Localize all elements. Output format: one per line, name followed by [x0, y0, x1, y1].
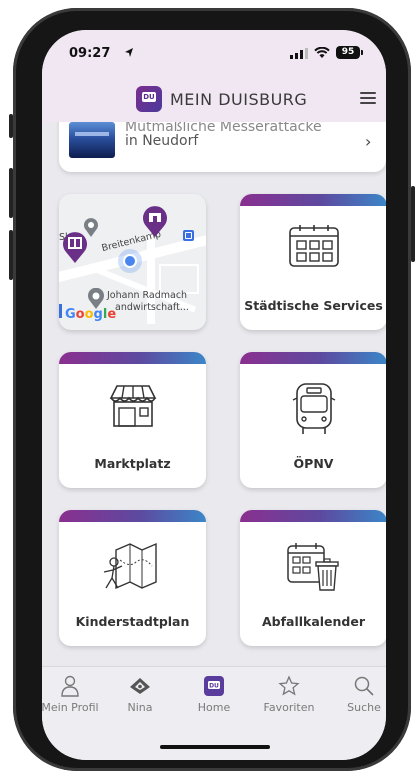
map-pin-shop-icon [143, 206, 167, 237]
tile-accent-bar [59, 510, 206, 522]
tile-label: Marktplatz [94, 456, 171, 471]
nina-icon [130, 678, 150, 694]
power-button [411, 186, 415, 262]
map-place-label-line1: Johann Radmach [107, 290, 188, 301]
home-du-icon: DU [204, 676, 224, 696]
volume-down-button [9, 230, 13, 280]
tab-mein-profil[interactable]: Mein Profil [42, 675, 104, 714]
tab-label: Suche [347, 701, 381, 714]
tab-label: Favoriten [263, 701, 315, 714]
news-item[interactable]: Mutmaßliche Messerattacke in Neudorf › [59, 122, 386, 172]
location-arrow-icon [125, 48, 133, 57]
logo-text: DU [142, 92, 156, 102]
signal-icon [290, 48, 308, 59]
app-title: MEIN DUISBURG [170, 90, 308, 109]
home-indicator[interactable] [160, 745, 270, 749]
status-bar: 09:27 95 [42, 30, 386, 82]
tile-accent-bar [59, 352, 206, 364]
tab-nina[interactable]: Nina [106, 675, 174, 714]
app-logo: DU [136, 86, 162, 112]
tab-home[interactable]: DU Home [180, 675, 248, 714]
tile-label: Abfallkalender [261, 614, 366, 629]
map-transit-icon [183, 230, 194, 241]
map-edge-marker [59, 304, 62, 318]
svg-text:DU: DU [209, 683, 219, 690]
news-headline-line1: Mutmaßliche Messerattacke [125, 122, 322, 132]
tile-label: Kinderstadtplan [75, 614, 190, 629]
search-icon [354, 676, 374, 696]
tile-accent-bar [240, 510, 386, 522]
trash-calendar-icon [240, 540, 386, 598]
bus-icon [240, 382, 386, 442]
kid-map-icon [59, 540, 206, 602]
tab-favoriten[interactable]: Favoriten [255, 675, 323, 714]
status-time: 09:27 [69, 46, 111, 61]
tile-label: Städtische Services [244, 298, 383, 313]
app-header: DU MEIN DUISBURG [42, 82, 386, 122]
tile-staedtische-services[interactable]: Städtische Services [240, 194, 386, 330]
hamburger-menu-icon[interactable] [360, 92, 376, 104]
tab-bar: Mein Profil Nina DU Home Favoriten Suche [42, 666, 386, 760]
volume-up-button [9, 168, 13, 218]
tile-oepnv[interactable]: ÖPNV [240, 352, 386, 488]
news-headline-line2: in Neudorf [125, 133, 199, 149]
map-pin-gray-icon [84, 218, 98, 237]
market-stall-icon [59, 382, 206, 434]
map-place-label-line2: andwirtschaft... [115, 302, 189, 313]
tile-accent-bar [240, 194, 386, 206]
mute-switch [9, 114, 13, 138]
tab-label: Nina [127, 701, 153, 714]
current-location-icon [123, 254, 137, 268]
chevron-right-icon: › [365, 132, 372, 151]
tile-abfallkalender[interactable]: Abfallkalender [240, 510, 386, 646]
calendar-grid-icon [240, 224, 386, 274]
news-headline: Mutmaßliche Messerattacke in Neudorf [125, 122, 355, 150]
tile-accent-bar [240, 352, 386, 364]
tile-label: ÖPNV [293, 456, 334, 471]
main-content[interactable]: Mutmaßliche Messerattacke in Neudorf › B… [42, 122, 386, 666]
battery-indicator: 95 [336, 46, 360, 59]
tile-kinderstadtplan[interactable]: Kinderstadtplan [59, 510, 206, 646]
screen: 09:27 95 DU MEIN DUISBURG Mutmaßliche Me… [42, 30, 386, 760]
map-tile[interactable]: Breitenkamp Sk Johann Radmach andwirtsch… [59, 194, 206, 330]
google-logo: Google [65, 307, 117, 322]
battery-tip [361, 50, 363, 55]
wifi-icon [314, 47, 330, 58]
star-icon [278, 675, 300, 696]
tab-suche[interactable]: Suche [330, 675, 386, 714]
tab-label: Home [197, 701, 231, 714]
tile-marktplatz[interactable]: Marktplatz [59, 352, 206, 488]
news-thumbnail [69, 122, 115, 158]
tab-label: Mein Profil [42, 701, 99, 714]
person-icon [61, 675, 79, 697]
